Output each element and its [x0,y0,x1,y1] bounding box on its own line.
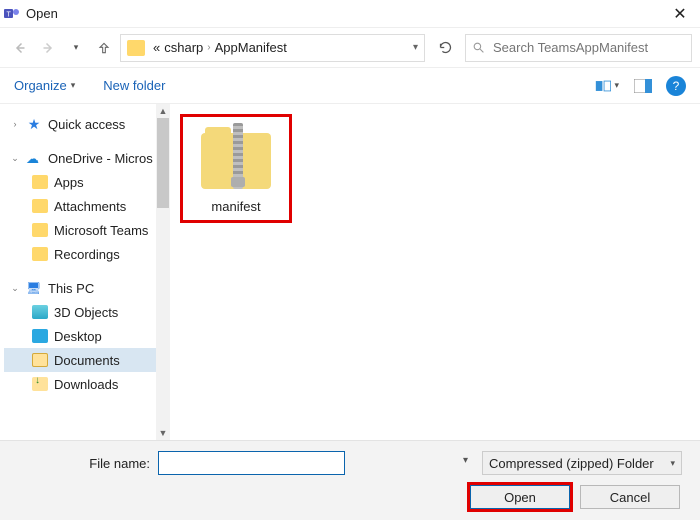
filter-label: Compressed (zipped) Folder [489,456,654,471]
open-button-label: Open [504,490,536,505]
chevron-down-icon: ▾ [71,80,76,91]
expand-icon[interactable]: › [10,119,20,129]
organize-menu[interactable]: Organize ▾ [14,78,75,93]
this-pc-icon: 🖥 [26,281,42,295]
zip-folder-icon [197,123,275,193]
nav-up-button[interactable] [92,36,116,60]
tree-label: 3D Objects [54,305,118,320]
folder-icon [32,199,48,213]
refresh-button[interactable] [429,34,461,62]
preview-pane-button[interactable] [630,75,656,97]
help-icon: ? [673,79,680,93]
open-button[interactable]: Open [470,485,570,509]
scrollbar-track[interactable]: ▲ ▼ [156,104,170,440]
onedrive-icon: ☁ [26,151,42,165]
cancel-button-label: Cancel [610,490,650,505]
tree-label: Recordings [54,247,120,262]
scrollbar-thumb[interactable] [157,118,169,208]
breadcrumb-prefix: « [151,40,162,55]
new-folder-button[interactable]: New folder [103,78,165,93]
tree-label: Attachments [54,199,126,214]
scroll-down-arrow[interactable]: ▼ [156,426,170,440]
tree-this-pc[interactable]: ⌄ 🖥 This PC [4,276,170,300]
chevron-right-icon: › [205,42,212,53]
3d-objects-icon [32,305,48,319]
close-button[interactable]: ✕ [664,4,696,24]
tree-item[interactable]: Microsoft Teams [4,218,170,242]
organize-label: Organize [14,78,67,93]
filename-dropdown[interactable]: ▾ [463,455,468,466]
downloads-icon [32,377,48,391]
tree-item[interactable]: Downloads [4,372,170,396]
tree-item[interactable]: 3D Objects [4,300,170,324]
file-area[interactable]: manifest [170,104,700,440]
tree-item[interactable]: Attachments [4,194,170,218]
dialog-title: Open [26,6,664,21]
address-dropdown[interactable]: ▾ [413,42,418,53]
arrow-up-icon [96,40,112,56]
tree-label: This PC [48,281,94,296]
tree-item[interactable]: Apps [4,170,170,194]
search-box[interactable] [465,34,692,62]
chevron-down-icon: ▾ [670,458,675,469]
tree-label: Documents [54,353,120,368]
breadcrumb-part[interactable]: csharp [162,40,205,55]
tree-label: Quick access [48,117,125,132]
teams-icon: T [4,6,20,22]
refresh-icon [438,40,453,55]
file-item-manifest[interactable]: manifest [180,114,292,223]
tree-onedrive[interactable]: ⌄ ☁ OneDrive - Micros [4,146,170,170]
nav-forward-button[interactable] [36,36,60,60]
chevron-down-icon: ▾ [614,80,619,91]
breadcrumb-part[interactable]: AppManifest [213,40,289,55]
documents-icon [32,353,48,367]
scroll-up-arrow[interactable]: ▲ [156,104,170,118]
nav-recent-button[interactable]: ▾ [64,36,88,60]
collapse-icon[interactable]: ⌄ [10,283,20,294]
address-bar[interactable]: « csharp › AppManifest ▾ [120,34,425,62]
folder-icon [32,247,48,261]
quick-access-icon: ★ [26,117,42,131]
file-label: manifest [197,199,275,214]
tree-item[interactable]: Recordings [4,242,170,266]
tree-item-documents[interactable]: Documents [4,348,170,372]
filename-input[interactable] [158,451,345,475]
search-icon [472,41,485,54]
search-input[interactable] [491,39,685,56]
arrow-right-icon [39,39,57,57]
nav-tree: ▲ ▼ › ★ Quick access ⌄ ☁ OneDrive - Micr… [0,104,170,440]
folder-icon [32,223,48,237]
tree-label: Downloads [54,377,118,392]
tree-label: Microsoft Teams [54,223,148,238]
collapse-icon[interactable]: ⌄ [10,153,20,164]
view-icon [595,79,611,93]
desktop-icon [32,329,48,343]
file-type-filter[interactable]: Compressed (zipped) Folder ▾ [482,451,682,475]
view-options-button[interactable]: ▾ [594,75,620,97]
arrow-left-icon [11,39,29,57]
help-button[interactable]: ? [666,76,686,96]
svg-text:T: T [7,11,12,18]
nav-back-button[interactable] [8,36,32,60]
tree-item[interactable]: Desktop [4,324,170,348]
tree-label: OneDrive - Micros [48,151,153,166]
folder-icon [127,40,145,56]
tree-quick-access[interactable]: › ★ Quick access [4,112,170,136]
filename-label: File name: [80,456,150,471]
tree-label: Apps [54,175,84,190]
tree-label: Desktop [54,329,102,344]
cancel-button[interactable]: Cancel [580,485,680,509]
folder-icon [32,175,48,189]
preview-pane-icon [634,79,652,93]
chevron-down-icon: ▾ [74,42,79,53]
